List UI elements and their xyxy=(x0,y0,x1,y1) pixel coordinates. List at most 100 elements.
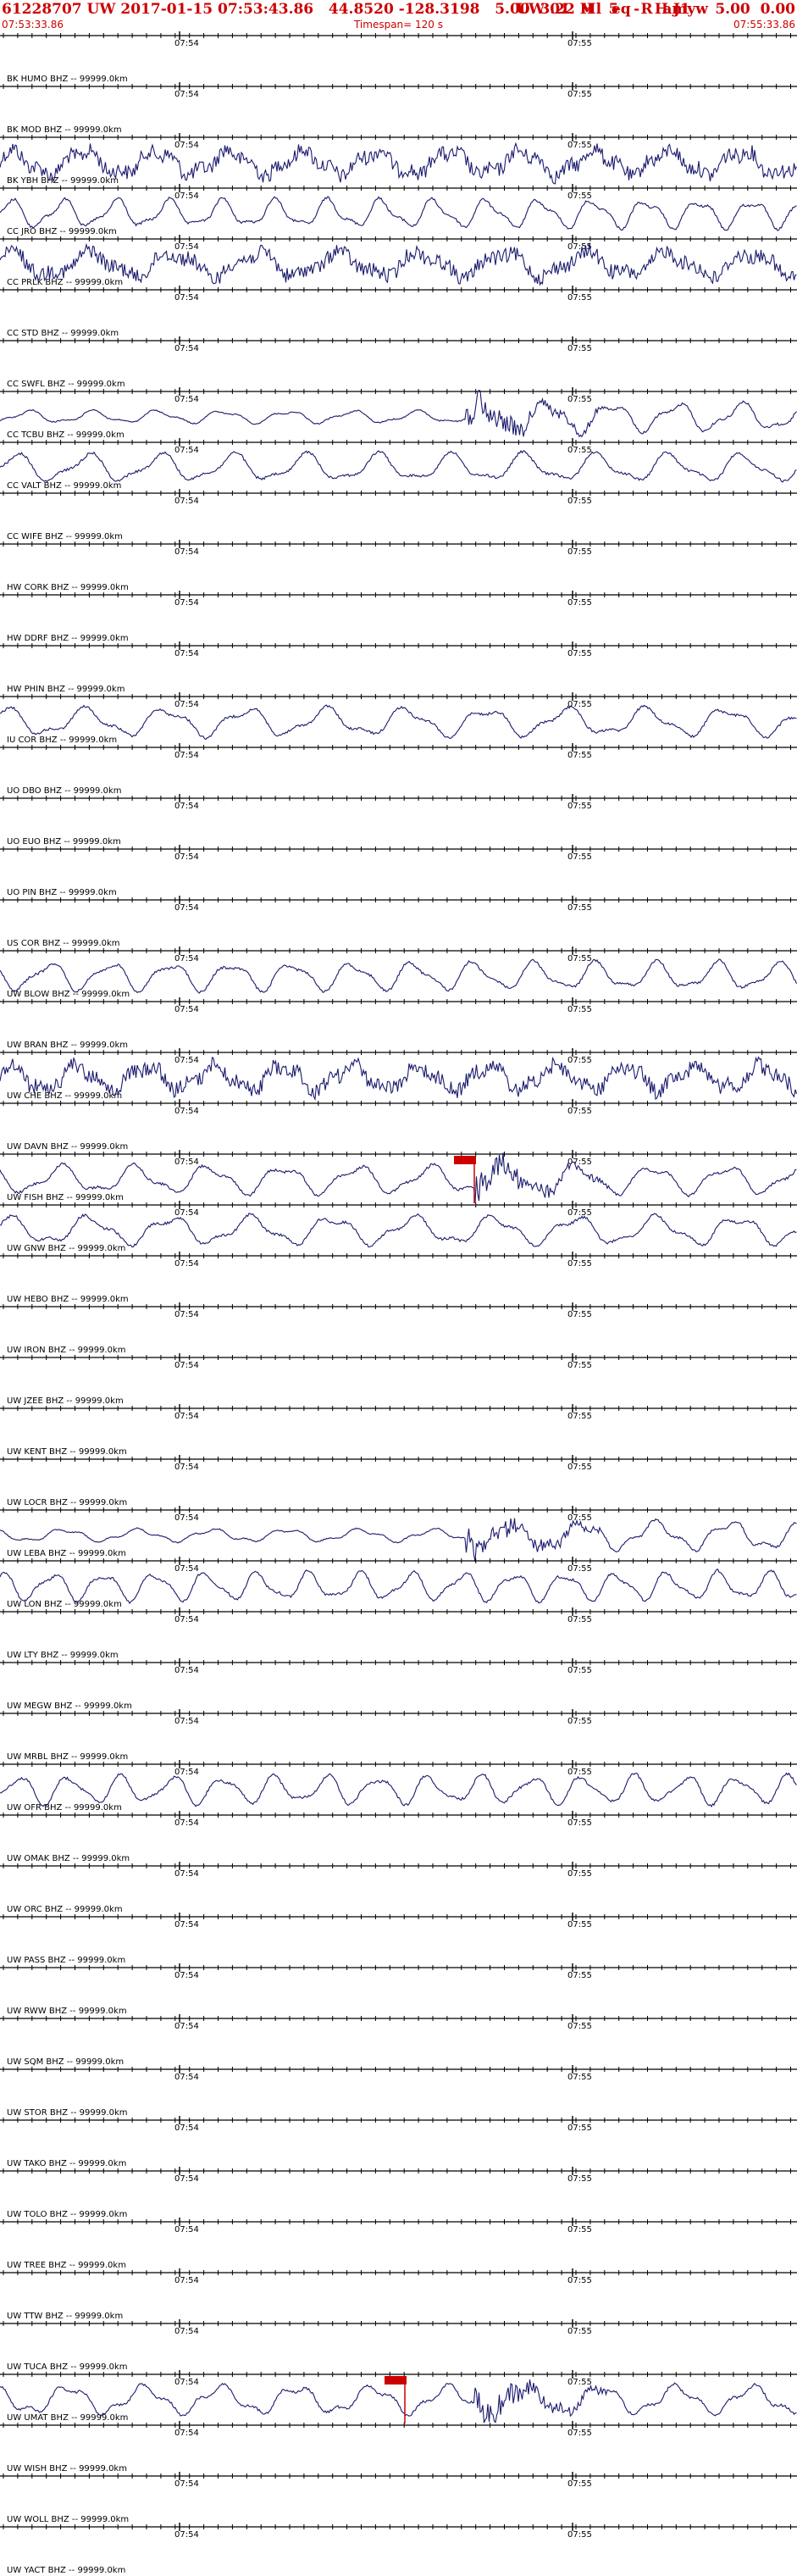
station-label: CC PRLK BHZ -- 99999.0km xyxy=(7,278,123,287)
time-label-0754: 07:54 xyxy=(174,1361,199,1370)
time-label-0755: 07:55 xyxy=(567,1208,592,1218)
time-label-0755: 07:55 xyxy=(567,1361,592,1370)
time-label-0754: 07:54 xyxy=(174,1869,199,1879)
station-label: UW LTY BHZ -- 99999.0km xyxy=(7,1651,119,1660)
station-label: BK MOD BHZ -- 99999.0km xyxy=(7,125,122,135)
time-label-0755: 07:55 xyxy=(567,1412,592,1421)
station-label: UW UMAT BHZ -- 99999.0km xyxy=(7,2413,128,2423)
time-label-0754: 07:54 xyxy=(174,2530,199,2540)
time-label-0754: 07:54 xyxy=(174,802,199,811)
station-label: UW MEGW BHZ -- 99999.0km xyxy=(7,1702,132,1711)
time-label-0755: 07:55 xyxy=(567,1818,592,1828)
seismogram-plot: 07:54 07:55 BK HUMO BHZ -- 99999.0km 07:54 0… xyxy=(0,31,797,2575)
station-label: UW STOR BHZ -- 99999.0km xyxy=(7,2108,128,2118)
station-label: CC STD BHZ -- 99999.0km xyxy=(7,329,119,338)
time-label-0755: 07:55 xyxy=(567,751,592,760)
time-label-0754: 07:54 xyxy=(174,1208,199,1218)
time-label-0754: 07:54 xyxy=(174,751,199,760)
time-label-0754: 07:54 xyxy=(174,2124,199,2133)
time-label-0755: 07:55 xyxy=(567,2124,592,2133)
time-label-0754: 07:54 xyxy=(174,2073,199,2082)
pick-flag-marker xyxy=(385,2376,407,2384)
station-label: UW BRAN BHZ -- 99999.0km xyxy=(7,1041,128,1050)
time-label-0755: 07:55 xyxy=(567,1768,592,1777)
time-label-0754: 07:54 xyxy=(174,1056,199,1065)
station-label: UW LEBA BHZ -- 99999.0km xyxy=(7,1549,126,1558)
time-label-0755: 07:55 xyxy=(567,1056,592,1065)
time-label-0754: 07:54 xyxy=(174,903,199,913)
station-label: UW FISH BHZ -- 99999.0km xyxy=(7,1193,124,1202)
time-label-0755: 07:55 xyxy=(567,141,592,150)
time-label-0755: 07:55 xyxy=(567,1615,592,1624)
waveform-trace-3 xyxy=(0,196,797,231)
station-label: UW RWW BHZ -- 99999.0km xyxy=(7,2007,127,2016)
time-label-0754: 07:54 xyxy=(174,141,199,150)
time-label-0755: 07:55 xyxy=(567,344,592,353)
time-label-0754: 07:54 xyxy=(174,293,199,303)
station-label: CC SWFL BHZ -- 99999.0km xyxy=(7,380,125,389)
time-label-0754: 07:54 xyxy=(174,1818,199,1828)
waveform-trace-34 xyxy=(0,1772,797,1807)
time-label-0755: 07:55 xyxy=(567,2276,592,2285)
station-label: UW WOLL BHZ -- 99999.0km xyxy=(7,2515,129,2524)
time-label-0754: 07:54 xyxy=(174,2378,199,2387)
station-label: CC JRO BHZ -- 99999.0km xyxy=(7,227,117,236)
time-label-0754: 07:54 xyxy=(174,1158,199,1167)
station-label: UW HEBO BHZ -- 99999.0km xyxy=(7,1295,129,1304)
time-label-0754: 07:54 xyxy=(174,39,199,48)
station-label: US COR BHZ -- 99999.0km xyxy=(7,939,120,948)
time-label-0755: 07:55 xyxy=(567,1259,592,1269)
time-label-0754: 07:54 xyxy=(174,446,199,455)
station-label: UO DBO BHZ -- 99999.0km xyxy=(7,786,122,796)
time-label-0754: 07:54 xyxy=(174,1564,199,1574)
station-label: UW OFR BHZ -- 99999.0km xyxy=(7,1803,122,1813)
time-label-0755: 07:55 xyxy=(567,649,592,658)
time-label-0754: 07:54 xyxy=(174,1717,199,1726)
time-label-0754: 07:54 xyxy=(174,700,199,709)
station-label: CC WIFE BHZ -- 99999.0km xyxy=(7,532,123,541)
time-label-0754: 07:54 xyxy=(174,1310,199,1319)
time-label-0755: 07:55 xyxy=(567,1463,592,1472)
station-label: BK YBH BHZ -- 99999.0km xyxy=(7,176,119,186)
time-label-0755: 07:55 xyxy=(567,852,592,862)
time-label-0754: 07:54 xyxy=(174,192,199,201)
time-label-0754: 07:54 xyxy=(174,1463,199,1472)
time-label-0755: 07:55 xyxy=(567,1005,592,1014)
time-label-0754: 07:54 xyxy=(174,1412,199,1421)
station-label: UW MRBL BHZ -- 99999.0km xyxy=(7,1752,128,1762)
time-label-0754: 07:54 xyxy=(174,1615,199,1624)
time-label-0755: 07:55 xyxy=(567,2479,592,2489)
station-label: UW LOCR BHZ -- 99999.0km xyxy=(7,1498,127,1507)
time-label-0754: 07:54 xyxy=(174,1259,199,1269)
time-label-0754: 07:54 xyxy=(174,1107,199,1116)
time-label-0754: 07:54 xyxy=(174,1513,199,1523)
time-label-0755: 07:55 xyxy=(567,1666,592,1675)
time-label-0755: 07:55 xyxy=(567,293,592,303)
station-label: UW IRON BHZ -- 99999.0km xyxy=(7,1346,126,1355)
time-label-0754: 07:54 xyxy=(174,2276,199,2285)
station-label: HW DDRF BHZ -- 99999.0km xyxy=(7,634,129,643)
time-label-0755: 07:55 xyxy=(567,1869,592,1879)
time-label-0755: 07:55 xyxy=(567,1920,592,1929)
waveform-trace-18 xyxy=(0,958,797,994)
time-label-0755: 07:55 xyxy=(567,2378,592,2387)
time-label-0755: 07:55 xyxy=(567,39,592,48)
station-label: UW TAKO BHZ -- 99999.0km xyxy=(7,2159,126,2168)
station-label: UW DAVN BHZ -- 99999.0km xyxy=(7,1142,128,1152)
station-label: UW YACT BHZ -- 99999.0km xyxy=(7,2566,125,2575)
station-label: UW PASS BHZ -- 99999.0km xyxy=(7,1956,125,1965)
station-label: HW PHIN BHZ -- 99999.0km xyxy=(7,685,125,694)
time-label-0754: 07:54 xyxy=(174,497,199,506)
time-label-0755: 07:55 xyxy=(567,802,592,811)
station-label: CC VALT BHZ -- 99999.0km xyxy=(7,481,121,491)
time-label-0755: 07:55 xyxy=(567,1107,592,1116)
station-label: UW TUCA BHZ -- 99999.0km xyxy=(7,2362,128,2372)
time-label-0755: 07:55 xyxy=(567,547,592,557)
time-label-0754: 07:54 xyxy=(174,2429,199,2438)
station-label: UW OMAK BHZ -- 99999.0km xyxy=(7,1854,130,1863)
waveform-trace-30 xyxy=(0,1568,797,1604)
pick-flag-marker xyxy=(454,1156,476,1164)
time-label-0755: 07:55 xyxy=(567,2429,592,2438)
station-label: UO PIN BHZ -- 99999.0km xyxy=(7,888,117,897)
time-label-0754: 07:54 xyxy=(174,90,199,99)
